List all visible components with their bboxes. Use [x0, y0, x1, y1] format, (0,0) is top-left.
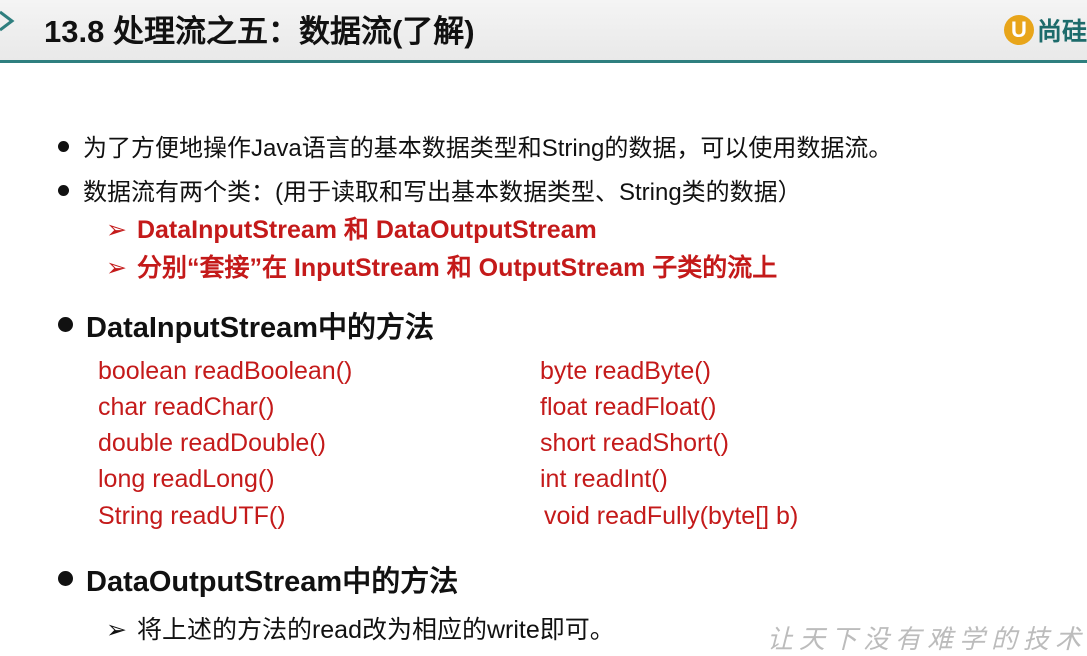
- logo-text: 尚硅: [1036, 18, 1087, 46]
- bullet-text: 为了方便地操作Java语言的基本数据类型和String的数据，可以使用数据流。: [83, 135, 893, 162]
- bullet-dot: [58, 185, 69, 196]
- header-rule: [0, 60, 1087, 63]
- method-item: char readChar(): [98, 393, 275, 421]
- method-item: byte readByte(): [540, 357, 711, 385]
- bullet-dot: [58, 317, 73, 332]
- output-methods-heading: DataOutputStream中的方法: [58, 558, 458, 600]
- method-item: float readFloat(): [540, 393, 717, 421]
- sub-bullet-text: 分别“套接”在 InputStream 和 OutputStream 子类的流上: [136, 254, 778, 282]
- method-item: boolean readBoolean(): [98, 357, 353, 385]
- arrow-bullet-icon: ➢: [106, 616, 127, 644]
- heading-text: DataInputStream中的方法: [86, 312, 435, 344]
- arrow-bullet-icon: ➢: [106, 216, 127, 244]
- sub-bullet-item: ➢ 分别“套接”在 InputStream 和 OutputStream 子类的流…: [106, 248, 777, 284]
- method-item: String readUTF(): [98, 502, 286, 530]
- bullet-item: 数据流有两个类：(用于读取和写出基本数据类型、String类的数据）: [58, 172, 802, 207]
- sub-bullet-text: DataInputStream 和 DataOutputStream: [136, 216, 597, 244]
- watermark: 让天下没有难学的技术: [766, 624, 1087, 654]
- method-item: double readDouble(): [98, 429, 326, 457]
- bullet-item: 为了方便地操作Java语言的基本数据类型和String的数据，可以使用数据流。: [58, 128, 892, 163]
- bullet-dot: [58, 141, 69, 152]
- note-text: 将上述的方法的read改为相应的write即可。: [136, 616, 615, 644]
- input-methods-heading: DataInputStream中的方法: [58, 304, 434, 346]
- logo: U 尚硅: [1003, 10, 1087, 50]
- logo-mark: U: [1003, 15, 1034, 45]
- method-item: short readShort(): [540, 429, 729, 457]
- arrow-bullet-icon: ➢: [106, 254, 127, 282]
- slide-header: 13.8 处理流之五：数据流(了解) U 尚硅: [0, 0, 1087, 60]
- sub-bullet-item: ➢ DataInputStream 和 DataOutputStream: [106, 210, 597, 246]
- bullet-dot: [58, 571, 73, 586]
- heading-text: DataOutputStream中的方法: [86, 566, 459, 598]
- output-note: ➢ 将上述的方法的read改为相应的write即可。: [106, 610, 615, 646]
- bullet-text: 数据流有两个类：(用于读取和写出基本数据类型、String类的数据）: [83, 179, 802, 206]
- chevron-right-icon: [0, 10, 15, 32]
- method-item: long readLong(): [98, 465, 275, 493]
- slide-title: 13.8 处理流之五：数据流(了解): [44, 14, 475, 49]
- method-item: void readFully(byte[] b): [544, 502, 799, 530]
- method-item: int readInt(): [540, 465, 668, 493]
